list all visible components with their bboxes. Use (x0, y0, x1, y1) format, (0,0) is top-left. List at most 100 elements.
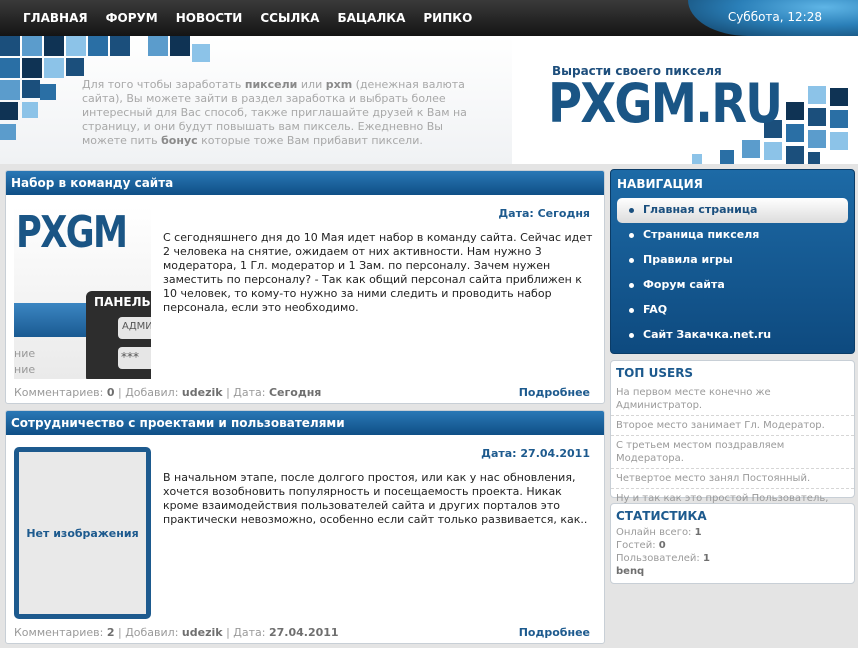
nav-link-home[interactable]: ГЛАВНАЯ (23, 11, 88, 25)
no-image-placeholder[interactable]: Нет изображения (14, 447, 151, 619)
intro-bold: пиксели (244, 78, 298, 91)
read-more-link[interactable]: Подробнее (519, 386, 590, 399)
intro-bold: бонус (161, 134, 198, 147)
top-users-title: ТОП USERS (616, 366, 694, 380)
deco-square (66, 58, 84, 76)
main-nav: ГЛАВНАЯ ФОРУМ НОВОСТИ ССЫЛКА БАЦАЛКА РИП… (14, 0, 481, 36)
stat-label: Онлайн всего: (616, 527, 692, 538)
post-footer: Комментариев: 2 | Добавил: udezik | Дата… (14, 626, 339, 639)
top-user-item: Четвертое место занял Постоянный. (611, 469, 854, 489)
navigation-list: Главная страница Страница пикселя Правил… (611, 198, 854, 348)
stat-value: 1 (702, 553, 710, 564)
deco-square (0, 80, 20, 100)
author-link[interactable]: udezik (182, 626, 223, 639)
deco-square (0, 102, 18, 120)
deco-square (22, 36, 42, 56)
stat-online: Онлайн всего: 1 (611, 526, 854, 539)
nav-item-forum[interactable]: Форум сайта (617, 273, 848, 298)
top-user-item: На первом месте конечно же Администратор… (611, 383, 854, 416)
post-text: В начальном этапе, после долгого простоя… (163, 471, 588, 526)
header-intro-text: Для того чтобы заработать пиксели или px… (82, 78, 472, 148)
nav-item-faq[interactable]: FAQ (617, 298, 848, 323)
nav-link-link[interactable]: ССЫЛКА (260, 11, 319, 25)
deco-square (720, 150, 734, 164)
nav-item-rules[interactable]: Правила игры (617, 248, 848, 273)
thumb-side-text-2: ние (14, 363, 36, 376)
header-left: Для того чтобы заработать пиксели или px… (0, 36, 512, 164)
deco-square (0, 36, 20, 56)
post-date: Дата: 27.04.2011 (481, 447, 590, 460)
deco-square (808, 108, 826, 126)
statistics-box: СТАТИСТИКА Онлайн всего: 1 Гостей: 0 Пол… (610, 503, 855, 584)
intro-part: или (297, 78, 326, 91)
deco-square (692, 154, 702, 164)
thumb-side-text: ние (14, 347, 36, 360)
thumb-password-field: *** (118, 347, 151, 369)
online-user-link[interactable]: benq (616, 566, 644, 577)
intro-part: Для того чтобы заработать (82, 78, 245, 91)
nav-link-news[interactable]: НОВОСТИ (176, 11, 243, 25)
comments-label: Комментариев: (14, 626, 104, 639)
stat-value: 0 (658, 540, 666, 551)
deco-square (192, 44, 210, 62)
date-label: Дата: (481, 447, 517, 460)
intro-bold: pxm (325, 78, 353, 91)
deco-square (786, 146, 804, 164)
deco-square (44, 58, 64, 78)
post-date: Дата: Сегодня (498, 207, 590, 220)
deco-square (22, 80, 40, 98)
stat-value: 1 (694, 527, 702, 538)
deco-square (742, 140, 760, 158)
navigation-box: НАВИГАЦИЯ Главная страница Страница пикс… (610, 169, 855, 354)
nav-item-zakachka[interactable]: Сайт Закачка.net.ru (617, 323, 848, 348)
thumb-logo: PXGM (16, 207, 128, 258)
post-title[interactable]: Набор в команду сайта (6, 171, 604, 195)
nav-link-forum[interactable]: ФОРУМ (106, 11, 158, 25)
stat-users: Пользователей: 1 (611, 552, 854, 565)
clock-text: Суббота, 12:28 (727, 10, 822, 24)
stat-user-name: benq (611, 565, 854, 578)
deco-square (66, 36, 86, 56)
stat-guests: Гостей: 0 (611, 539, 854, 552)
added-label: Добавил: (125, 626, 179, 639)
site-logo[interactable]: PXGM.RU (548, 72, 783, 135)
read-more-link[interactable]: Подробнее (519, 626, 590, 639)
post-card: Сотрудничество с проектами и пользовател… (5, 410, 605, 644)
foot-date-label: Дата: (233, 386, 266, 399)
date-value: Сегодня (537, 207, 590, 220)
post-thumbnail[interactable]: PXGM ПАНЕЛЬ АДМИ *** ние ние (14, 207, 151, 379)
deco-square (808, 152, 820, 164)
post-text: С сегодняшнего дня до 10 Мая идет набор … (163, 231, 593, 314)
deco-square (88, 36, 108, 56)
deco-square (786, 102, 804, 120)
deco-square (0, 58, 20, 78)
deco-square (22, 58, 42, 78)
top-user-item: С третьем местом поздравляем Модератора. (611, 436, 854, 469)
deco-square (764, 142, 782, 160)
nav-link-ripko[interactable]: РИПКО (423, 11, 472, 25)
deco-square (110, 36, 130, 56)
deco-square (44, 36, 64, 56)
deco-square (40, 84, 56, 100)
top-bar: ГЛАВНАЯ ФОРУМ НОВОСТИ ССЫЛКА БАЦАЛКА РИП… (0, 0, 858, 36)
thumb-panel-label: ПАНЕЛЬ (94, 295, 151, 309)
top-user-item: Второе место занимает Гл. Модератор. (611, 416, 854, 436)
thumb-admin-field: АДМИ (118, 317, 151, 339)
nav-item-pixel-page[interactable]: Страница пикселя (617, 223, 848, 248)
deco-square (830, 88, 848, 106)
post-title[interactable]: Сотрудничество с проектами и пользовател… (6, 411, 604, 435)
deco-square (808, 130, 826, 148)
statistics-title: СТАТИСТИКА (616, 509, 707, 523)
comments-count[interactable]: 0 (107, 386, 115, 399)
site-header: Для того чтобы заработать пиксели или px… (0, 36, 858, 164)
navigation-title: НАВИГАЦИЯ (617, 177, 703, 191)
comments-count[interactable]: 2 (107, 626, 115, 639)
intro-part: которые тоже Вам прибавит пиксели. (197, 134, 423, 147)
stat-label: Пользователей: (616, 553, 700, 564)
nav-link-batsalka[interactable]: БАЦАЛКА (337, 11, 405, 25)
author-link[interactable]: udezik (182, 386, 223, 399)
date-label: Дата: (498, 207, 534, 220)
nav-item-home[interactable]: Главная страница (617, 198, 848, 223)
post-card: Набор в команду сайта PXGM ПАНЕЛЬ АДМИ *… (5, 170, 605, 404)
deco-square (808, 86, 826, 104)
